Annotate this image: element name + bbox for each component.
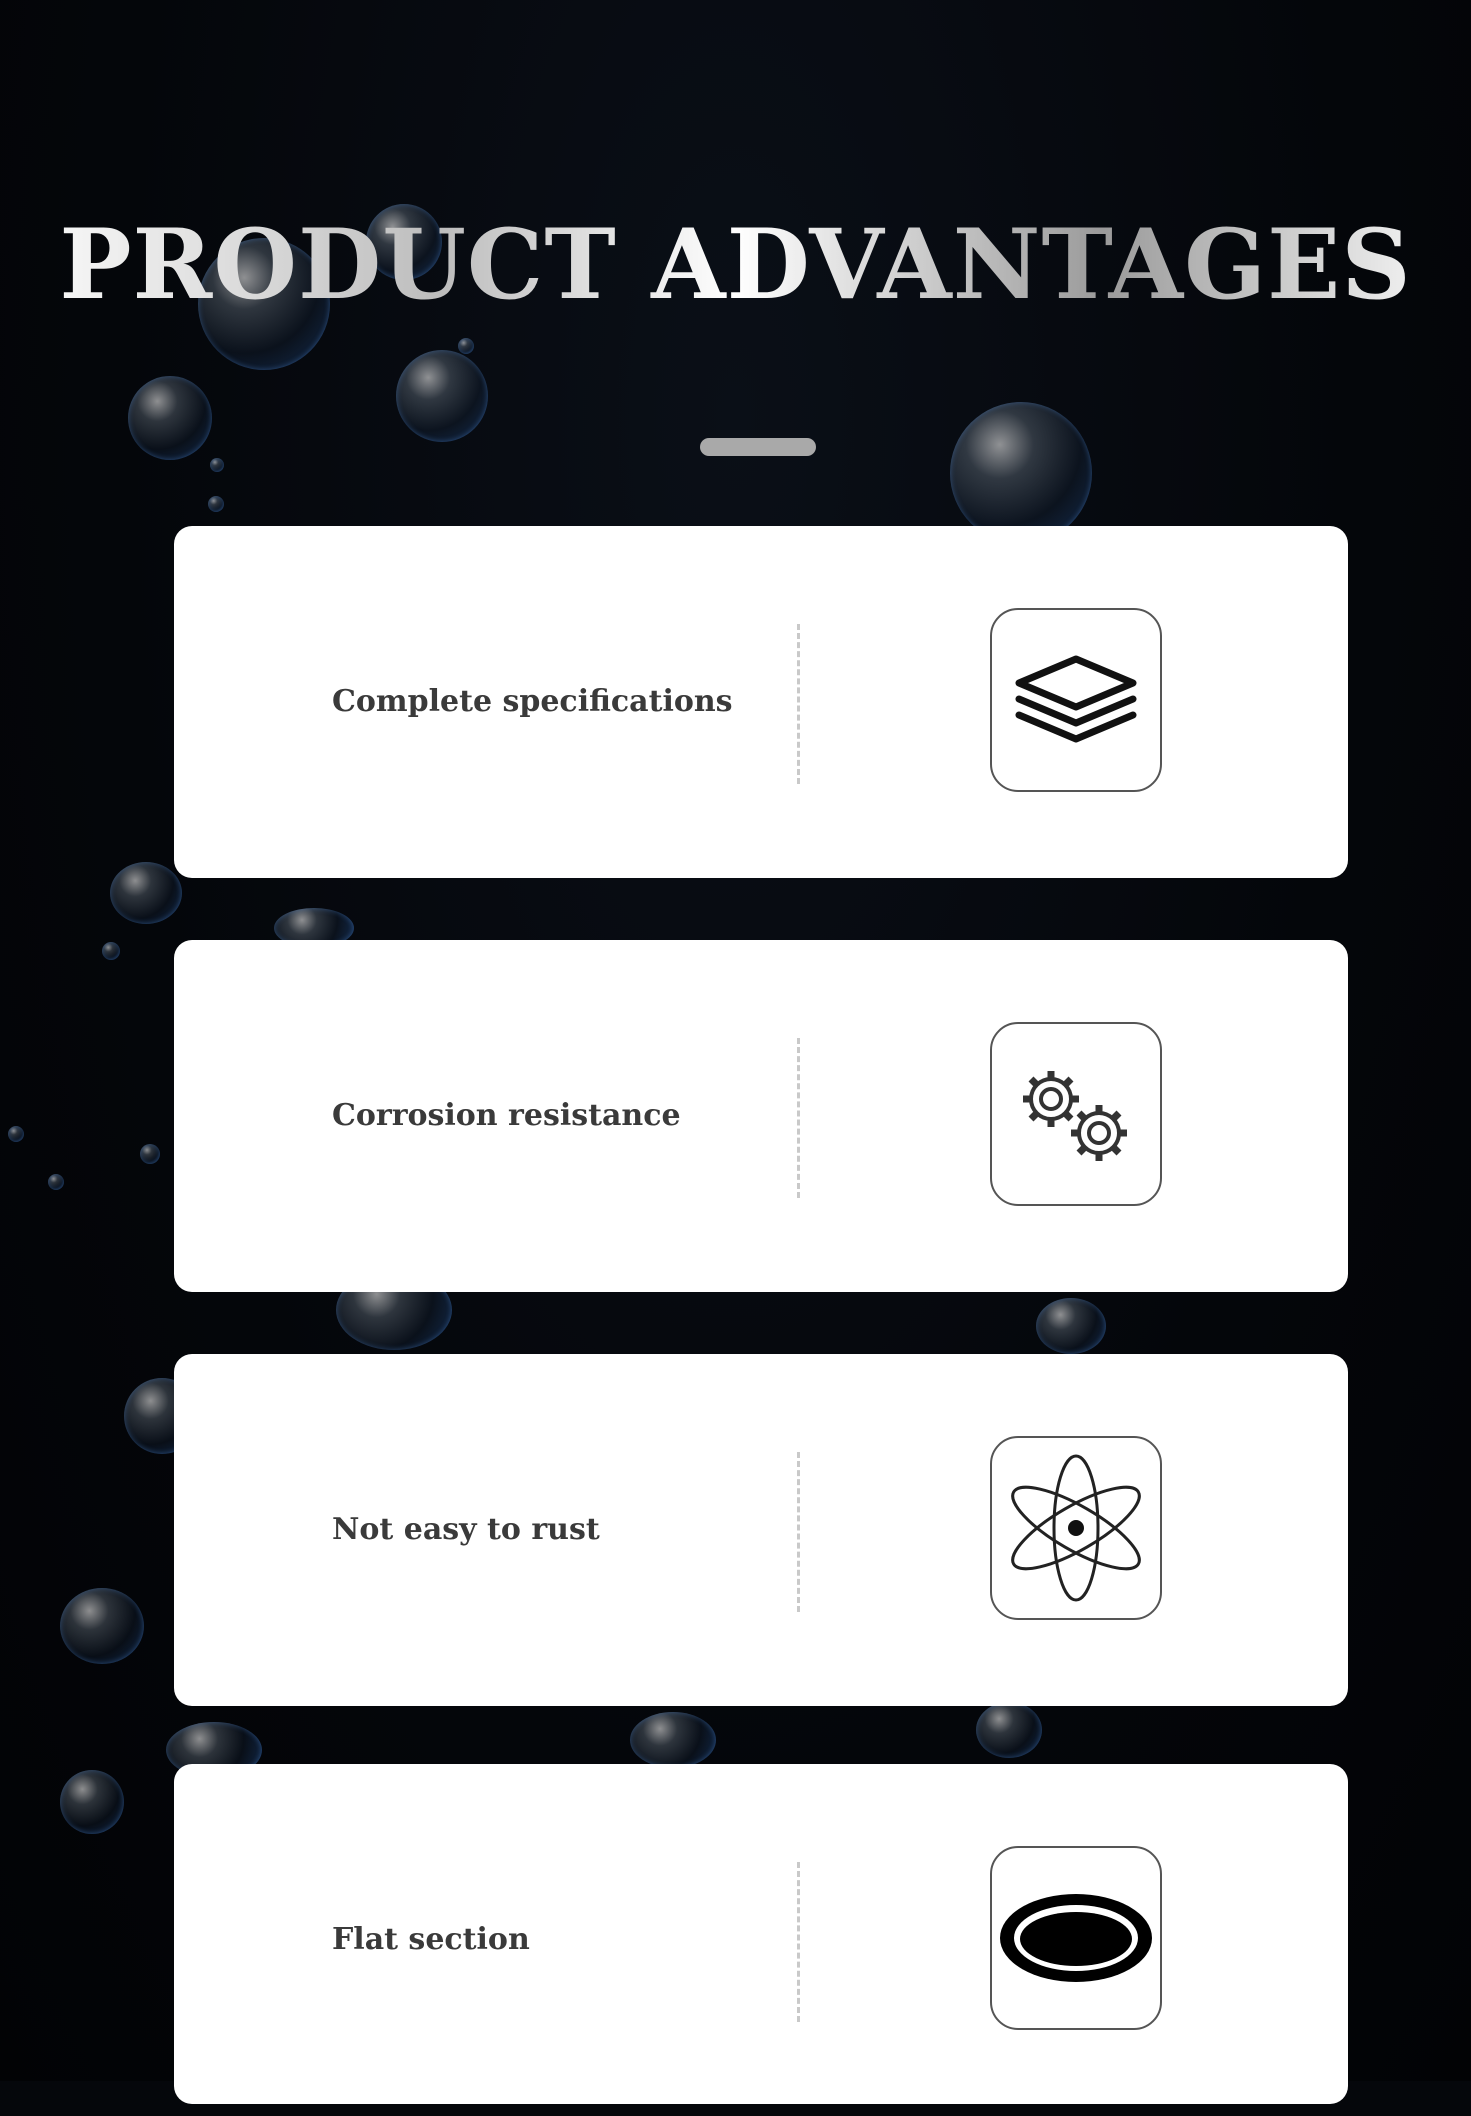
bubble-decoration: [950, 402, 1092, 544]
advantage-label: Corrosion resistance: [332, 1098, 681, 1133]
flat-ring-icon: [1000, 1894, 1152, 1982]
bubble-decoration: [128, 376, 212, 460]
card-divider: [797, 1452, 800, 1612]
icon-frame: [990, 1436, 1162, 1620]
advantage-card: Corrosion resistance: [174, 940, 1348, 1292]
advantage-label: Flat section: [332, 1922, 530, 1957]
card-divider: [797, 1862, 800, 2022]
bubble-decoration: [208, 496, 224, 512]
bubble-decoration: [60, 1770, 124, 1834]
card-divider: [797, 624, 800, 784]
advantage-card: Not easy to rust: [174, 1354, 1348, 1706]
advantage-label: Complete specifications: [332, 684, 733, 719]
bubble-decoration: [1036, 1298, 1106, 1354]
advantage-card: Complete specifications: [174, 526, 1348, 878]
layers-icon: [1015, 655, 1137, 743]
icon-frame: [990, 608, 1162, 792]
bubble-decoration: [210, 458, 224, 472]
icon-frame: [990, 1846, 1162, 2030]
bubble-decoration: [8, 1126, 24, 1142]
bubble-decoration: [630, 1712, 716, 1768]
icon-frame: [990, 1022, 1162, 1206]
bubble-decoration: [458, 338, 474, 354]
advantage-label: Not easy to rust: [332, 1512, 600, 1547]
advantage-card: Flat section: [174, 1764, 1348, 2104]
bubble-decoration: [976, 1702, 1042, 1758]
bubble-decoration: [60, 1588, 144, 1664]
bubble-decoration: [102, 942, 120, 960]
page-title: PRODUCT ADVANTAGES: [0, 206, 1471, 324]
card-divider: [797, 1038, 800, 1198]
bubble-decoration: [48, 1174, 64, 1190]
atom-icon: [1011, 1454, 1141, 1602]
bubble-decoration: [110, 862, 182, 924]
gears-icon: [1023, 1071, 1127, 1161]
bubble-decoration: [396, 350, 488, 442]
bubble-decoration: [140, 1144, 160, 1164]
title-underline-bar: [700, 438, 816, 456]
